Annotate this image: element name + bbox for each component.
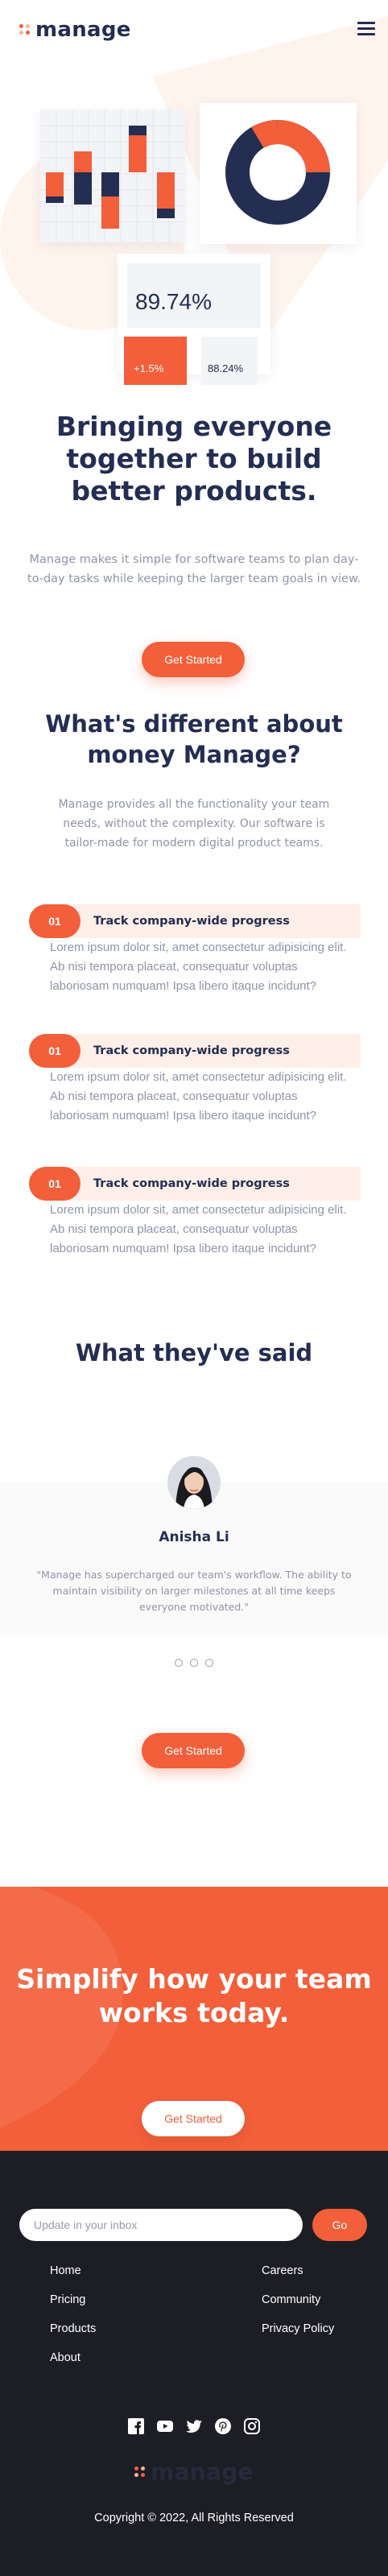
bar-chart-illustration	[40, 110, 185, 242]
cta-get-started-button[interactable]: Get Started	[142, 2101, 245, 2136]
avatar	[167, 1456, 221, 1509]
instagram-icon[interactable]	[243, 2417, 261, 2435]
landing-page: 89.74% +1.5% 88.24% manage Bringing ever…	[0, 0, 388, 2576]
footer-link-community[interactable]: Community	[262, 2292, 334, 2308]
feature-number-badge: 01	[29, 904, 80, 938]
footer-links-right: Careers Community Privacy Policy	[262, 2263, 334, 2350]
stat-card: 89.74% +1.5% 88.24%	[118, 254, 270, 385]
footer-link-about[interactable]: About	[50, 2350, 96, 2366]
footer-link-products[interactable]: Products	[50, 2321, 96, 2337]
go-button[interactable]: Go	[312, 2209, 367, 2241]
feature-text: Lorem ipsum dolor sit, amet consectetur …	[50, 941, 347, 993]
footer-links-left: Home Pricing Products About	[50, 2263, 96, 2379]
youtube-icon[interactable]	[156, 2417, 174, 2435]
bar-chart-card	[40, 110, 185, 242]
footer-logo[interactable]: manage	[0, 2460, 388, 2484]
logo-mark-icon	[19, 24, 31, 35]
carousel-dot[interactable]	[205, 1659, 213, 1667]
hero-title: Bringing everyone together to build bett…	[56, 411, 332, 507]
pinterest-icon[interactable]	[214, 2417, 232, 2435]
site-header: manage	[0, 0, 388, 64]
testimonials-get-started-button[interactable]: Get Started	[142, 1733, 245, 1768]
logo-text: manage	[35, 18, 131, 42]
social-links	[0, 2417, 388, 2435]
twitter-icon[interactable]	[185, 2417, 203, 2435]
feature-title: Track company-wide progress	[93, 1177, 290, 1190]
feature-number-badge: 01	[29, 1034, 80, 1068]
donut-chart-card	[200, 103, 357, 244]
difference-description: Manage provides all the functionality yo…	[58, 798, 330, 850]
carousel-dots	[0, 1659, 388, 1667]
stat-value: 89.74%	[135, 289, 212, 314]
site-footer: Go Home Pricing Products About Careers C…	[0, 2151, 388, 2576]
stat-change-badge: +1.5%	[124, 337, 187, 385]
carousel-dot[interactable]	[190, 1659, 198, 1667]
feature-title: Track company-wide progress	[93, 915, 290, 928]
testimonial-quote: "Manage has supercharged our team's work…	[36, 1569, 352, 1613]
feature-text: Lorem ipsum dolor sit, amet consectetur …	[50, 1070, 347, 1123]
footer-link-privacy-policy[interactable]: Privacy Policy	[262, 2321, 334, 2337]
footer-link-home[interactable]: Home	[50, 2263, 96, 2279]
footer-link-careers[interactable]: Careers	[262, 2263, 334, 2279]
footer-logo-text: manage	[151, 2458, 254, 2485]
donut-chart-illustration	[225, 120, 330, 225]
logo[interactable]: manage	[19, 18, 131, 42]
hero-get-started-button[interactable]: Get Started	[142, 642, 245, 677]
cta-band: Simplify how your team works today. Get …	[0, 1887, 388, 2151]
feature-number-badge: 01	[29, 1167, 80, 1201]
feature-text: Lorem ipsum dolor sit, amet consectetur …	[50, 1203, 347, 1255]
logo-mark-icon	[134, 2466, 146, 2478]
facebook-icon[interactable]	[127, 2417, 145, 2435]
copyright-text: Copyright © 2022, All Rights Reserved	[94, 2512, 294, 2524]
stat-secondary-value: 88.24%	[201, 337, 258, 385]
hero-description: Manage makes it simple for software team…	[27, 553, 361, 585]
difference-title: What's different about money Manage?	[45, 710, 343, 768]
avatar-portrait-icon	[167, 1456, 221, 1509]
hamburger-icon[interactable]	[356, 19, 377, 37]
cta-title: Simplify how your team works today.	[16, 1963, 372, 2028]
subscribe-input[interactable]	[19, 2209, 303, 2241]
carousel-dot[interactable]	[175, 1659, 183, 1667]
footer-link-pricing[interactable]: Pricing	[50, 2292, 96, 2308]
testimonials-title: What they've said	[75, 1339, 313, 1367]
testimonial-name: Anisha Li	[159, 1529, 229, 1545]
feature-title: Track company-wide progress	[93, 1044, 290, 1057]
